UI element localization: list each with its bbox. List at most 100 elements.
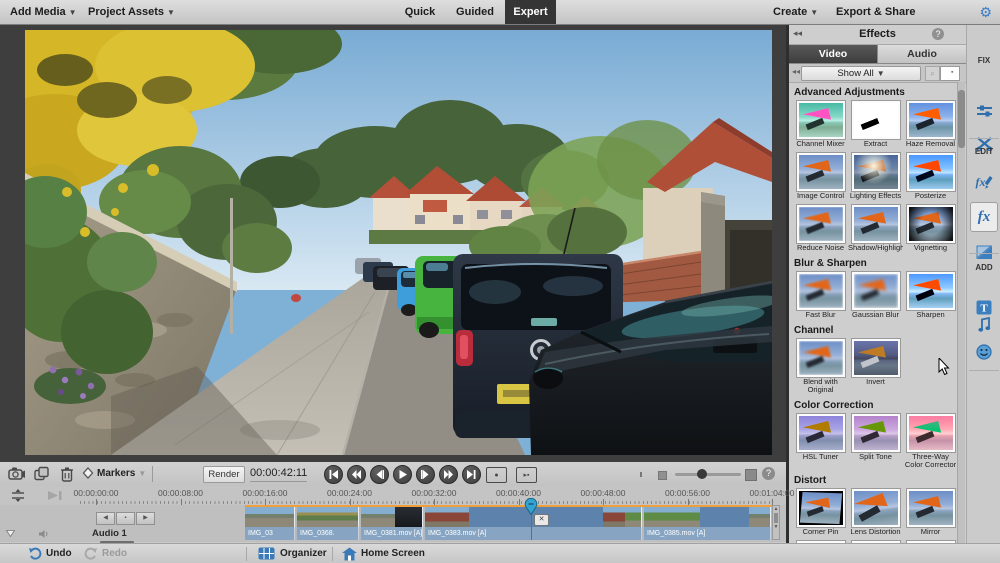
audio-clip[interactable]: IMG_03 (245, 527, 295, 540)
fit-timeline-icon[interactable] (46, 489, 64, 502)
find-effect-icon[interactable]: ⌕ (925, 66, 940, 81)
effect-item[interactable]: Split Tone (848, 412, 903, 469)
marker-icon[interactable] (82, 466, 94, 482)
timecode-display[interactable]: 00:00:42:11 (250, 466, 308, 482)
zoom-in-icon[interactable] (745, 469, 757, 481)
audio-clip[interactable]: IMG_0383.mov [A] (425, 527, 642, 540)
tab-audio-effects[interactable]: Audio (878, 45, 966, 63)
effect-item[interactable]: Vignetting (903, 203, 958, 252)
scroll-down-icon[interactable]: ▼ (773, 524, 779, 530)
video-clip[interactable] (361, 506, 423, 527)
organizer-button[interactable]: Organizer (280, 544, 327, 563)
audio-clip[interactable]: IMG_0368. (297, 527, 359, 540)
effects-grid: Channel Mixer Extract Haze Removal Image Co… (789, 99, 958, 255)
clip-thumbnail (361, 506, 395, 527)
effect-item[interactable]: Channel Mixer (793, 99, 848, 148)
speaker-icon[interactable] (38, 529, 50, 539)
undo-button[interactable]: Undo (46, 544, 72, 563)
timeline-help-icon[interactable]: ? (762, 467, 775, 480)
track-expand-icon[interactable] (6, 530, 15, 537)
applied-effects-icon[interactable]: fx (972, 170, 996, 194)
adjust-sliders-icon[interactable] (972, 99, 996, 123)
timeline-ruler[interactable]: 00:00:00:00 00:00:08:00 00:00:16:00 00:00:2… (0, 486, 794, 506)
home-icon[interactable] (342, 547, 357, 561)
effect-item[interactable]: Fast Blur (793, 270, 848, 319)
effect-item[interactable]: Image Control (793, 151, 848, 200)
effect-item[interactable]: Blend with Original (793, 337, 848, 394)
export-share-menu[interactable]: Export & Share (836, 0, 915, 24)
organizer-icon[interactable] (258, 547, 275, 560)
duplicate-icon[interactable] (33, 466, 51, 482)
audio-clip[interactable]: IMG_0381.mov [A] (361, 527, 423, 540)
split-clip-icon[interactable]: ✕ (534, 514, 549, 526)
effect-item[interactable]: Extract (848, 99, 903, 148)
video-preview[interactable] (25, 30, 772, 455)
skip-end-button[interactable] (462, 465, 481, 484)
scrollbar-thumb[interactable] (958, 90, 965, 148)
tracks-vscrollbar[interactable]: ▲ ▼ (772, 505, 780, 540)
effect-item[interactable]: HSL Tuner (793, 412, 848, 469)
effect-item[interactable]: Posterize (903, 151, 958, 200)
effect-item[interactable]: Shadow/Highlight (848, 203, 903, 252)
tab-expert[interactable]: Expert (505, 0, 556, 24)
bottombar-divider (246, 547, 247, 561)
effect-item[interactable]: Lens Distortion (848, 487, 903, 536)
effect-item[interactable]: Mirror (903, 487, 958, 536)
tab-guided[interactable]: Guided (450, 0, 500, 24)
effect-item[interactable]: Corner Pin (793, 487, 848, 536)
effect-item[interactable]: Reduce Noise (793, 203, 848, 252)
collapse-list-icon[interactable]: ◂◂ (792, 67, 800, 76)
track-height-icon[interactable] (10, 489, 26, 502)
video-clip[interactable] (297, 506, 359, 527)
video-clip[interactable] (644, 506, 771, 527)
fast-forward-button[interactable] (439, 465, 458, 484)
prev-clip-button[interactable]: ◀ (96, 512, 115, 525)
gear-icon[interactable]: ⚙ (979, 3, 992, 21)
delete-icon[interactable] (58, 466, 76, 482)
zoom-slider-track[interactable] (675, 473, 741, 476)
current-clip-button[interactable]: ▪ (116, 512, 135, 525)
tab-video-effects[interactable]: Video (789, 45, 878, 63)
redo-button[interactable]: Redo (102, 544, 127, 563)
effects-scrollbar[interactable] (957, 82, 965, 543)
step-forward-button[interactable] (416, 465, 435, 484)
help-icon[interactable]: ? (932, 28, 944, 40)
vscroll-thumb[interactable] (774, 513, 778, 523)
zoom-slider-thumb[interactable] (697, 469, 707, 479)
show-all-dropdown[interactable]: Show All ▼ (801, 66, 921, 81)
zoom-out-icon[interactable] (658, 471, 667, 480)
music-icon[interactable] (972, 313, 996, 337)
playhead-handle[interactable] (524, 498, 538, 515)
skip-start-button[interactable] (324, 465, 343, 484)
render-button[interactable]: Render (203, 466, 245, 483)
next-clip-button[interactable]: ▶ (136, 512, 155, 525)
effect-item[interactable]: Lighting Effects (848, 151, 903, 200)
rewind-button[interactable] (347, 465, 366, 484)
create-menu[interactable]: Create ▼ (773, 0, 818, 24)
mini-monitor-icon[interactable]: ▸▪ (516, 467, 537, 483)
effect-item[interactable]: Sharpen (903, 270, 958, 319)
markers-label[interactable]: Markers ▼ (97, 462, 146, 486)
effect-item[interactable]: Three-Way Color Corrector (903, 412, 958, 469)
home-screen-button[interactable]: Home Screen (361, 544, 425, 563)
scroll-up-icon[interactable]: ▲ (773, 506, 779, 512)
effect-item[interactable]: Invert (848, 337, 903, 394)
effect-item[interactable]: Gaussian Blur (848, 270, 903, 319)
fullscreen-preview-icon[interactable]: ● (486, 467, 507, 483)
transitions-icon[interactable] (972, 240, 996, 264)
graphics-icon[interactable] (972, 340, 996, 364)
audio-clip[interactable]: IMG_0385.mov [A] (644, 527, 771, 540)
effect-item[interactable]: Haze Removal (903, 99, 958, 148)
undo-icon[interactable] (28, 547, 42, 560)
add-narration-icon[interactable] (8, 466, 26, 482)
effects-search-input[interactable]: ▪ (940, 66, 960, 81)
play-button[interactable] (393, 465, 412, 484)
add-media-menu[interactable]: Add Media ▼ (10, 0, 77, 24)
tab-quick[interactable]: Quick (398, 0, 442, 24)
video-clip[interactable] (245, 506, 295, 527)
effects-icon[interactable]: fx (970, 202, 998, 232)
step-back-button[interactable] (370, 465, 389, 484)
timeline-toolbar: Markers ▼ Render 00:00:42:11 ● ▸▪ ? (0, 462, 786, 486)
project-assets-menu[interactable]: Project Assets ▼ (88, 0, 175, 24)
redo-icon[interactable] (84, 547, 98, 560)
